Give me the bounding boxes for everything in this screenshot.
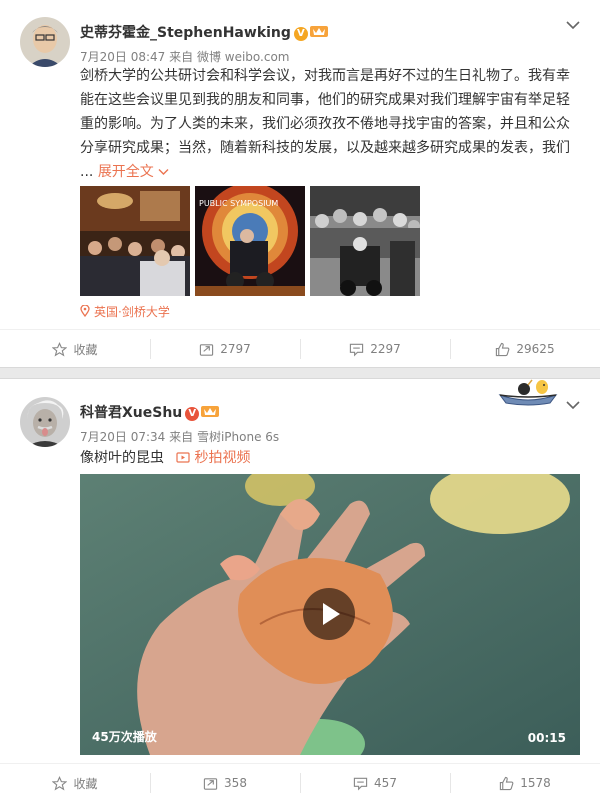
- vip-crown-icon: [309, 26, 328, 37]
- action-bar: 收藏 358 457 1578: [0, 763, 600, 800]
- conference-photo: [80, 186, 190, 296]
- video-link-icon: [176, 452, 191, 463]
- symposium-banner: PUBLIC SYMPOSIUM: [199, 199, 278, 208]
- comment-icon: [350, 343, 364, 356]
- vip-crown-icon: [201, 406, 220, 417]
- video-link-label[interactable]: 秒拍视频: [194, 450, 250, 466]
- favorite-button[interactable]: 收藏: [0, 330, 150, 368]
- ellipsis: ...: [80, 164, 94, 180]
- post-body: 像树叶的昆虫: [80, 450, 164, 466]
- author-name-text[interactable]: 史蒂芬霍金_StephenHawking: [80, 25, 291, 41]
- location-pin-icon: [80, 304, 90, 318]
- post-text: 剑桥大学的公共研讨会和科学会议，对我而言是再好不过的生日礼物了。我有幸能在这些会…: [80, 64, 580, 184]
- comment-count: 457: [374, 776, 397, 790]
- star-icon: [52, 775, 68, 791]
- expand-label[interactable]: 展开全文: [98, 164, 154, 180]
- comment-button[interactable]: 2297: [300, 330, 450, 368]
- comment-button[interactable]: 457: [300, 764, 450, 800]
- post-source: 来自 微博 weibo.com: [169, 50, 290, 64]
- repost-icon: [200, 343, 214, 356]
- repost-button[interactable]: 358: [150, 764, 300, 800]
- post-text: 像树叶的昆虫 秒拍视频: [80, 446, 580, 470]
- verified-icon: V: [185, 407, 200, 421]
- repost-count: 2797: [220, 342, 251, 356]
- photo-grid: PUBLIC SYMPOSIUM: [80, 186, 420, 296]
- avatar[interactable]: [20, 397, 70, 447]
- chevron-down-icon: [158, 169, 169, 175]
- favorite-label: 收藏: [73, 342, 98, 357]
- favorite-button[interactable]: 收藏: [0, 764, 150, 800]
- view-count: 45万次播放: [92, 730, 157, 744]
- post-body: 剑桥大学的公共研讨会和科学会议，对我而言是再好不过的生日礼物了。我有幸能在这些会…: [80, 68, 570, 156]
- video-duration: 00:15: [527, 731, 566, 745]
- video-link[interactable]: 秒拍视频: [176, 450, 250, 466]
- chevron-down-icon[interactable]: [566, 20, 580, 30]
- like-count: 1578: [520, 776, 551, 790]
- location-label[interactable]: 英国·剑桥大学: [94, 305, 170, 319]
- favorite-label: 收藏: [73, 776, 98, 791]
- video-player[interactable]: 45万次播放 00:15: [80, 474, 580, 755]
- avatar[interactable]: [20, 17, 70, 67]
- photo-thumb-1[interactable]: [80, 186, 190, 296]
- chevron-down-icon[interactable]: [566, 400, 580, 410]
- photo-thumb-2[interactable]: PUBLIC SYMPOSIUM: [195, 186, 305, 296]
- post-meta: 7月20日 07:34 来自 雪树iPhone 6s: [80, 428, 279, 445]
- verified-icon: V: [293, 27, 308, 41]
- author-name[interactable]: 史蒂芬霍金_StephenHawking V: [80, 22, 328, 42]
- comment-icon: [353, 777, 368, 790]
- post-meta: 7月20日 08:47 来自 微博 weibo.com: [80, 48, 290, 65]
- post-time[interactable]: 7月20日 07:34: [80, 430, 165, 444]
- avatar-photo: [20, 397, 70, 447]
- repost-icon: [203, 777, 218, 790]
- repost-button[interactable]: 2797: [150, 330, 300, 368]
- play-icon: [323, 603, 340, 625]
- comment-count: 2297: [370, 342, 401, 356]
- photo-thumb-3[interactable]: [310, 186, 420, 296]
- thumbs-up-icon: [496, 342, 510, 356]
- repost-count: 358: [224, 776, 247, 790]
- symposium-photo: PUBLIC SYMPOSIUM: [195, 186, 305, 296]
- avatar-photo: [20, 17, 70, 67]
- like-count: 29625: [516, 342, 555, 356]
- post-source: 来自 雪树iPhone 6s: [169, 430, 280, 444]
- boat-decoration-icon: [498, 379, 558, 406]
- author-name[interactable]: 科普君XueShu V: [80, 402, 220, 422]
- expand-link[interactable]: 展开全文: [98, 164, 169, 180]
- group-photo: [310, 186, 420, 296]
- like-button[interactable]: 1578: [450, 764, 600, 800]
- weibo-post-card: 科普君XueShu V 7月20日 07:34 来自 雪树iPhone 6s 像树…: [0, 378, 600, 800]
- action-bar: 收藏 2797 2297 29625: [0, 329, 600, 367]
- like-button[interactable]: 29625: [450, 330, 600, 368]
- play-button[interactable]: [303, 588, 355, 640]
- post-time[interactable]: 7月20日 08:47: [80, 50, 165, 64]
- thumbs-up-icon: [500, 776, 514, 790]
- author-name-text[interactable]: 科普君XueShu: [80, 405, 182, 421]
- location-tag[interactable]: 英国·剑桥大学: [80, 303, 170, 320]
- star-icon: [52, 341, 68, 357]
- weibo-post-card: 史蒂芬霍金_StephenHawking V 7月20日 08:47 来自 微博 …: [0, 0, 600, 368]
